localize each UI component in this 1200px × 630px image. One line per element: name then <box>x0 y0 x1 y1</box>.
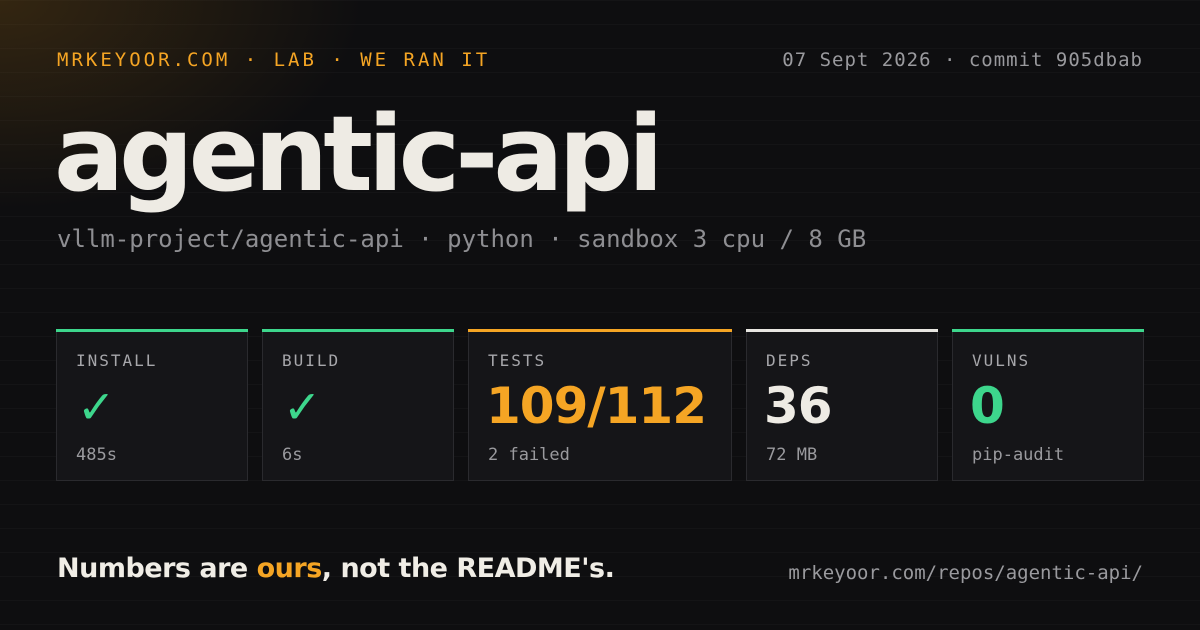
card-note: 2 failed <box>488 445 570 465</box>
card-label: INSTALL <box>76 351 158 370</box>
card-value: 36 <box>764 377 833 435</box>
card-build: BUILD ✓ 6s <box>262 329 454 481</box>
card-value: 109/112 <box>486 377 707 435</box>
tagline-highlight: ours <box>256 553 323 584</box>
repo-url[interactable]: mrkeyoor.com/repos/agentic-api/ <box>788 562 1143 584</box>
card-label: BUILD <box>282 351 341 370</box>
card-value: 0 <box>970 377 1005 435</box>
card-accent-bar <box>262 329 454 332</box>
card-accent-bar <box>746 329 938 332</box>
site-kicker: MRKEYOOR.COM · LAB · WE RAN IT <box>57 49 491 71</box>
card-note: 72 MB <box>766 445 818 465</box>
check-icon: ✓ <box>77 380 116 434</box>
card-accent-bar <box>56 329 248 332</box>
card-note: pip-audit <box>972 445 1065 465</box>
card-label: VULNS <box>972 351 1031 370</box>
card-label: TESTS <box>488 351 547 370</box>
stats-cards: INSTALL ✓ 485s BUILD ✓ 6s TESTS 109/112 … <box>0 329 1200 485</box>
card-note: 6s <box>282 445 303 465</box>
date-commit: 07 Sept 2026 · commit 905dbab <box>782 49 1143 71</box>
card-vulns: VULNS 0 pip-audit <box>952 329 1144 481</box>
card-install: INSTALL ✓ 485s <box>56 329 248 481</box>
card-label: DEPS <box>766 351 813 370</box>
tagline: Numbers are ours, not the README's. <box>57 553 615 584</box>
card-deps: DEPS 36 72 MB <box>746 329 938 481</box>
card-note: 485s <box>76 445 117 465</box>
check-icon: ✓ <box>283 380 322 434</box>
card-accent-bar <box>468 329 732 332</box>
tagline-post: , not the README's. <box>321 553 615 584</box>
card-tests: TESTS 109/112 2 failed <box>468 329 732 481</box>
repo-subtitle: vllm-project/agentic-api · python · sand… <box>57 225 867 253</box>
page-title: agentic-api <box>54 93 664 215</box>
tagline-pre: Numbers are <box>57 553 257 584</box>
card-accent-bar <box>952 329 1144 332</box>
